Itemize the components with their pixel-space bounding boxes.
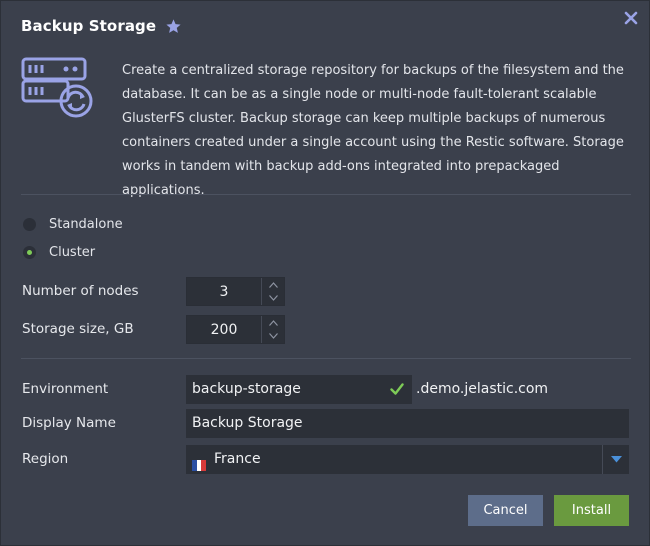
decrement-arrow[interactable] [262, 330, 284, 344]
environment-label: Environment [22, 381, 109, 397]
region-label: Region [22, 451, 69, 467]
divider [21, 358, 631, 359]
decrement-arrow[interactable] [262, 292, 284, 306]
region-dropdown-button[interactable] [602, 445, 629, 474]
radio-label: Cluster [49, 245, 96, 260]
radio-button[interactable] [23, 218, 36, 231]
region-select[interactable]: France [186, 445, 629, 474]
radio-button-selected[interactable] [23, 246, 36, 259]
environment-value: backup-storage [192, 381, 301, 397]
checkmark-icon [390, 383, 404, 395]
storage-stepper[interactable]: 200 [186, 315, 285, 344]
app-description: Create a centralized storage repository … [122, 63, 624, 198]
dialog-title: Backup Storage [21, 17, 157, 35]
radio-label: Standalone [49, 217, 123, 232]
increment-arrow[interactable] [262, 316, 284, 330]
nodes-stepper[interactable]: 3 [186, 277, 285, 306]
install-button[interactable]: Install [554, 495, 629, 526]
server-backup-icon [21, 57, 93, 118]
environment-input[interactable]: backup-storage [186, 375, 412, 404]
nodes-value[interactable]: 3 [187, 278, 261, 305]
cancel-button[interactable]: Cancel [468, 495, 543, 526]
close-icon[interactable] [623, 10, 639, 26]
radio-standalone[interactable]: Standalone [23, 217, 123, 232]
divider [21, 194, 631, 195]
region-value: France [214, 451, 261, 467]
backup-storage-dialog: Backup Storage Create a centralized stor… [0, 0, 650, 546]
radio-cluster[interactable]: Cluster [23, 245, 95, 260]
display-name-input[interactable]: Backup Storage [186, 409, 629, 438]
display-name-value: Backup Storage [192, 415, 303, 431]
dialog-header: Backup Storage [21, 17, 182, 35]
increment-arrow[interactable] [262, 278, 284, 292]
france-flag-icon [192, 453, 206, 471]
storage-value[interactable]: 200 [187, 316, 261, 343]
display-name-label: Display Name [22, 415, 116, 431]
environment-domain-suffix: .demo.jelastic.com [416, 381, 549, 397]
chevron-down-icon[interactable] [610, 456, 622, 463]
star-icon[interactable] [165, 18, 182, 35]
nodes-label: Number of nodes [22, 283, 139, 299]
storage-label: Storage size, GB [22, 321, 134, 337]
